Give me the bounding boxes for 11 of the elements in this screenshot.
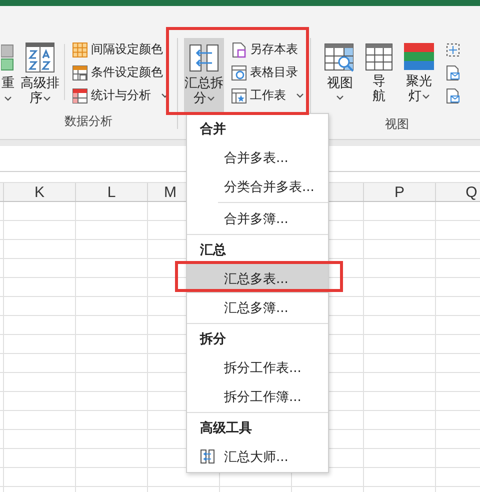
menu-section-title: 拆分	[200, 331, 226, 348]
menu-section-title: 合并	[200, 120, 226, 138]
menu-section-title: 汇总	[200, 242, 226, 259]
column-header: Q	[466, 184, 478, 200]
menu-section-title: 高级工具	[200, 420, 252, 437]
column-header: L	[107, 184, 116, 200]
group-label: 数据分析	[64, 113, 112, 129]
column-header: K	[34, 184, 44, 200]
column-header: M	[164, 184, 176, 200]
column-header: P	[394, 184, 404, 200]
group-label: 视图	[385, 116, 409, 132]
